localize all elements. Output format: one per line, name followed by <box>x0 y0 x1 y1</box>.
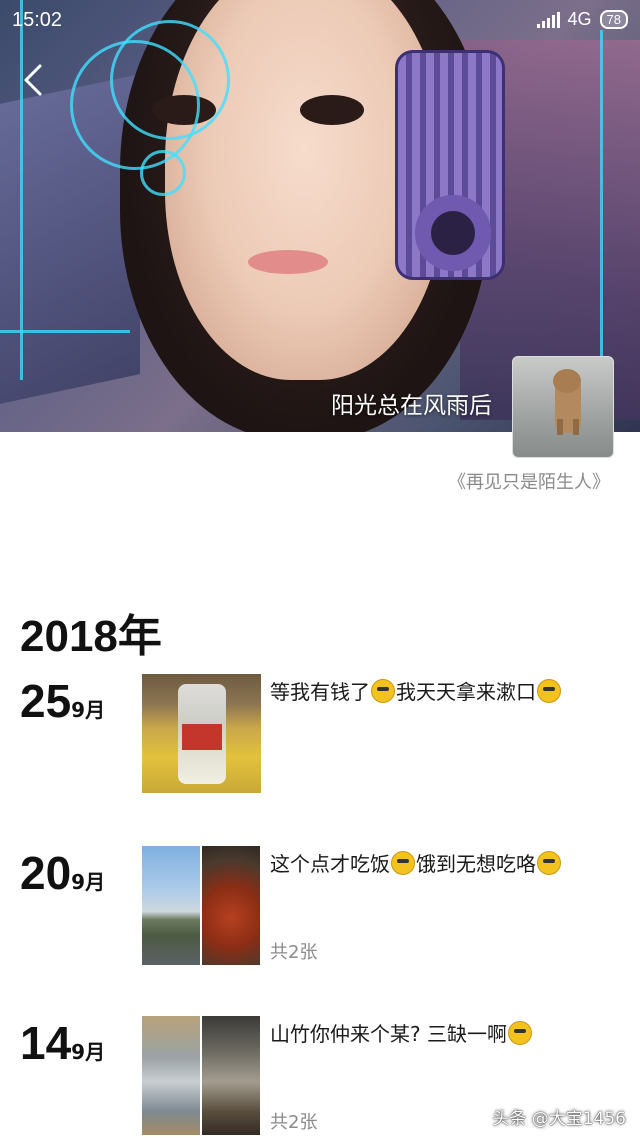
timeline-entry[interactable]: 259月 等我有钱了 我天天拿来漱口 <box>0 674 640 794</box>
entry-text: 山竹你仲来个某? 三缺一啊 <box>270 1018 533 1047</box>
cover-eye-right <box>300 95 364 125</box>
cover-hud-line <box>20 0 23 380</box>
entry-text-part: 等我有钱了 <box>270 680 370 704</box>
cool-face-emoji <box>371 679 395 703</box>
cover-mech-ring <box>415 195 491 271</box>
photo-thumbnail[interactable] <box>142 1016 200 1135</box>
avatar-dog-leg <box>573 419 579 435</box>
avatar-dog-leg <box>557 419 563 435</box>
avatar[interactable] <box>512 356 614 458</box>
smirk-face-emoji <box>507 1021 532 1045</box>
photo-thumbnail[interactable] <box>202 846 260 965</box>
entry-text-part: 饿到无想吃咯 <box>416 852 536 876</box>
cover-hud-ring <box>140 150 186 196</box>
photo-thumbnail[interactable] <box>142 674 261 793</box>
confused-face-emoji <box>537 679 561 703</box>
entry-text-part: 这个点才吃饭 <box>270 852 390 876</box>
entry-thumbnails <box>142 674 261 793</box>
image-count: 共2张 <box>270 942 318 963</box>
timeline-entry[interactable]: 209月 这个点才吃饭 饿到无想吃咯 共2张 <box>0 846 640 966</box>
year-heading: 2018年 <box>20 612 162 661</box>
entry-date: 209月 <box>20 846 105 900</box>
photo-thumbnail[interactable] <box>142 846 200 965</box>
profile-signature: 《再见只是陌生人》 <box>448 472 610 493</box>
entry-day: 20 <box>20 847 72 899</box>
status-indicators: 4G 78 <box>536 9 628 30</box>
avatar-dog-head <box>553 369 581 393</box>
cover-hud-line <box>0 330 130 333</box>
network-type: 4G <box>567 9 592 29</box>
entry-date: 149月 <box>20 1016 105 1070</box>
entry-day: 25 <box>20 675 72 727</box>
surprised-face-emoji <box>537 851 561 875</box>
status-time: 15:02 <box>12 9 63 31</box>
chevron-left-icon <box>24 64 42 96</box>
status-bar: 15:02 4G 78 <box>0 0 640 44</box>
entry-month: 9月 <box>71 1040 106 1064</box>
cover-mouth <box>248 250 328 274</box>
entry-day: 14 <box>20 1017 72 1069</box>
battery-icon: 78 <box>599 10 628 29</box>
dizzy-face-emoji <box>391 851 415 875</box>
entry-month: 9月 <box>71 698 106 722</box>
entry-text: 等我有钱了 我天天拿来漱口 <box>270 676 562 705</box>
entry-text-part: 我天天拿来漱口 <box>396 680 536 704</box>
photo-thumbnail[interactable] <box>202 1016 260 1135</box>
entry-text: 这个点才吃饭 饿到无想吃咯 <box>270 848 562 877</box>
watermark: 头条 @大宝1456 <box>492 1109 626 1129</box>
entry-month: 9月 <box>71 870 106 894</box>
cover-hud-line <box>600 30 603 370</box>
profile-name: 阳光总在风雨后 <box>331 393 492 419</box>
back-button[interactable] <box>18 62 48 98</box>
entry-thumbnails <box>142 1016 260 1135</box>
signal-icon <box>536 11 560 28</box>
entry-text-part: 山竹你仲来个某? 三缺一啊 <box>270 1022 507 1046</box>
entry-thumbnails <box>142 846 260 965</box>
entry-date: 259月 <box>20 674 105 728</box>
image-count: 共2张 <box>270 1112 318 1133</box>
